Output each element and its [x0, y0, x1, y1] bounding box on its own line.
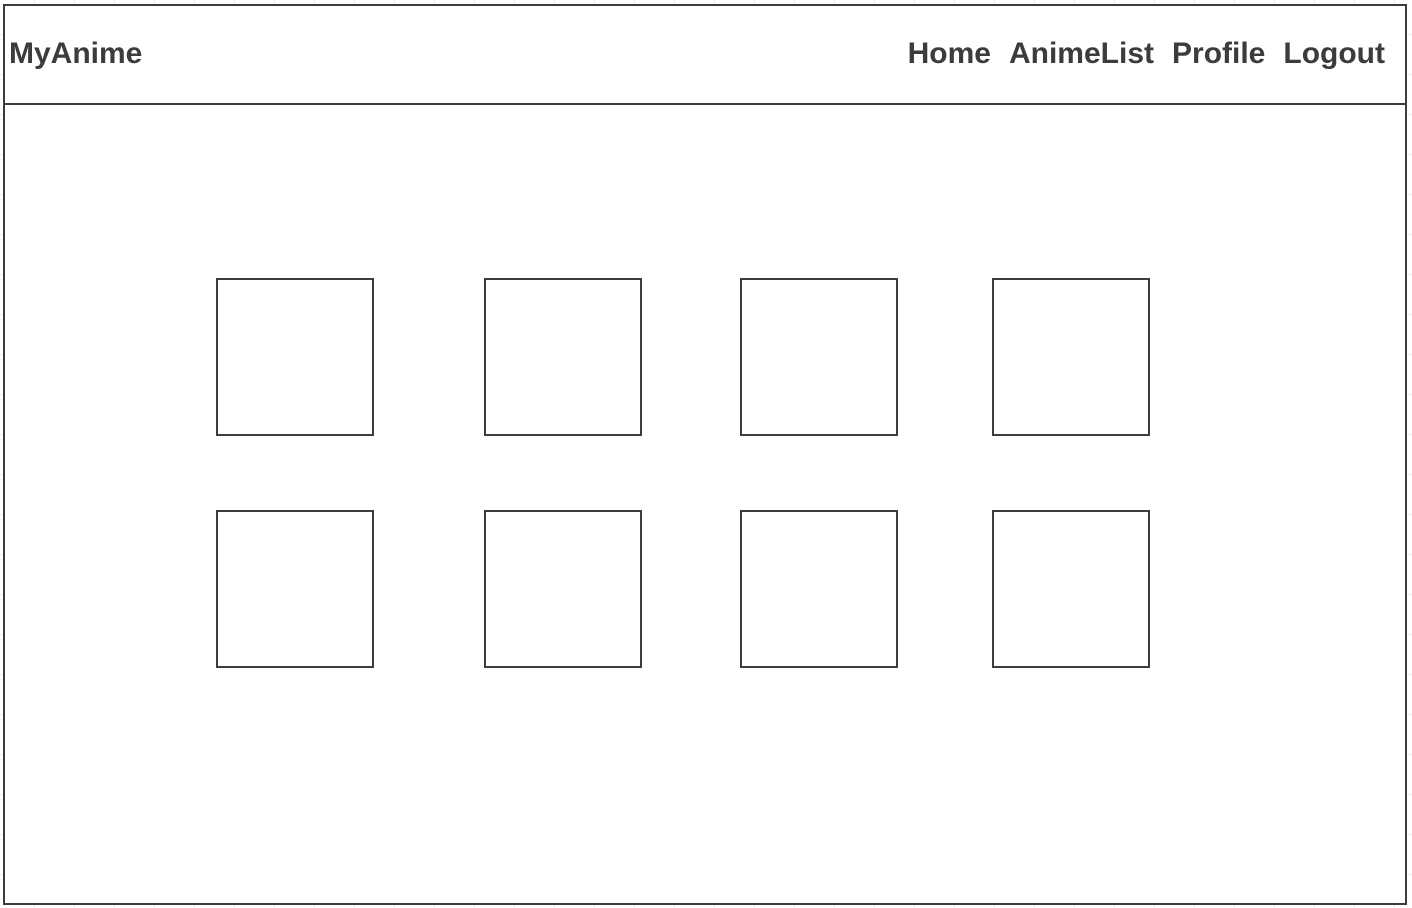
- nav-home-link[interactable]: Home: [908, 36, 991, 72]
- nav-logout-link[interactable]: Logout: [1283, 36, 1385, 72]
- anime-card-placeholder[interactable]: [484, 278, 642, 436]
- nav-profile-link[interactable]: Profile: [1172, 36, 1265, 72]
- anime-card-placeholder[interactable]: [992, 278, 1150, 436]
- anime-card-placeholder[interactable]: [216, 278, 374, 436]
- anime-card-placeholder[interactable]: [484, 510, 642, 668]
- anime-card-placeholder[interactable]: [740, 278, 898, 436]
- anime-card-placeholder[interactable]: [992, 510, 1150, 668]
- site-logo[interactable]: MyAnime: [9, 36, 142, 72]
- nav-animelist-link[interactable]: AnimeList: [1009, 36, 1154, 72]
- app-frame: MyAnime Home AnimeList Profile Logout: [3, 4, 1407, 905]
- main-nav: Home AnimeList Profile Logout: [908, 36, 1385, 72]
- anime-card-placeholder[interactable]: [216, 510, 374, 668]
- anime-card-placeholder[interactable]: [740, 510, 898, 668]
- header-bar: MyAnime Home AnimeList Profile Logout: [5, 6, 1405, 105]
